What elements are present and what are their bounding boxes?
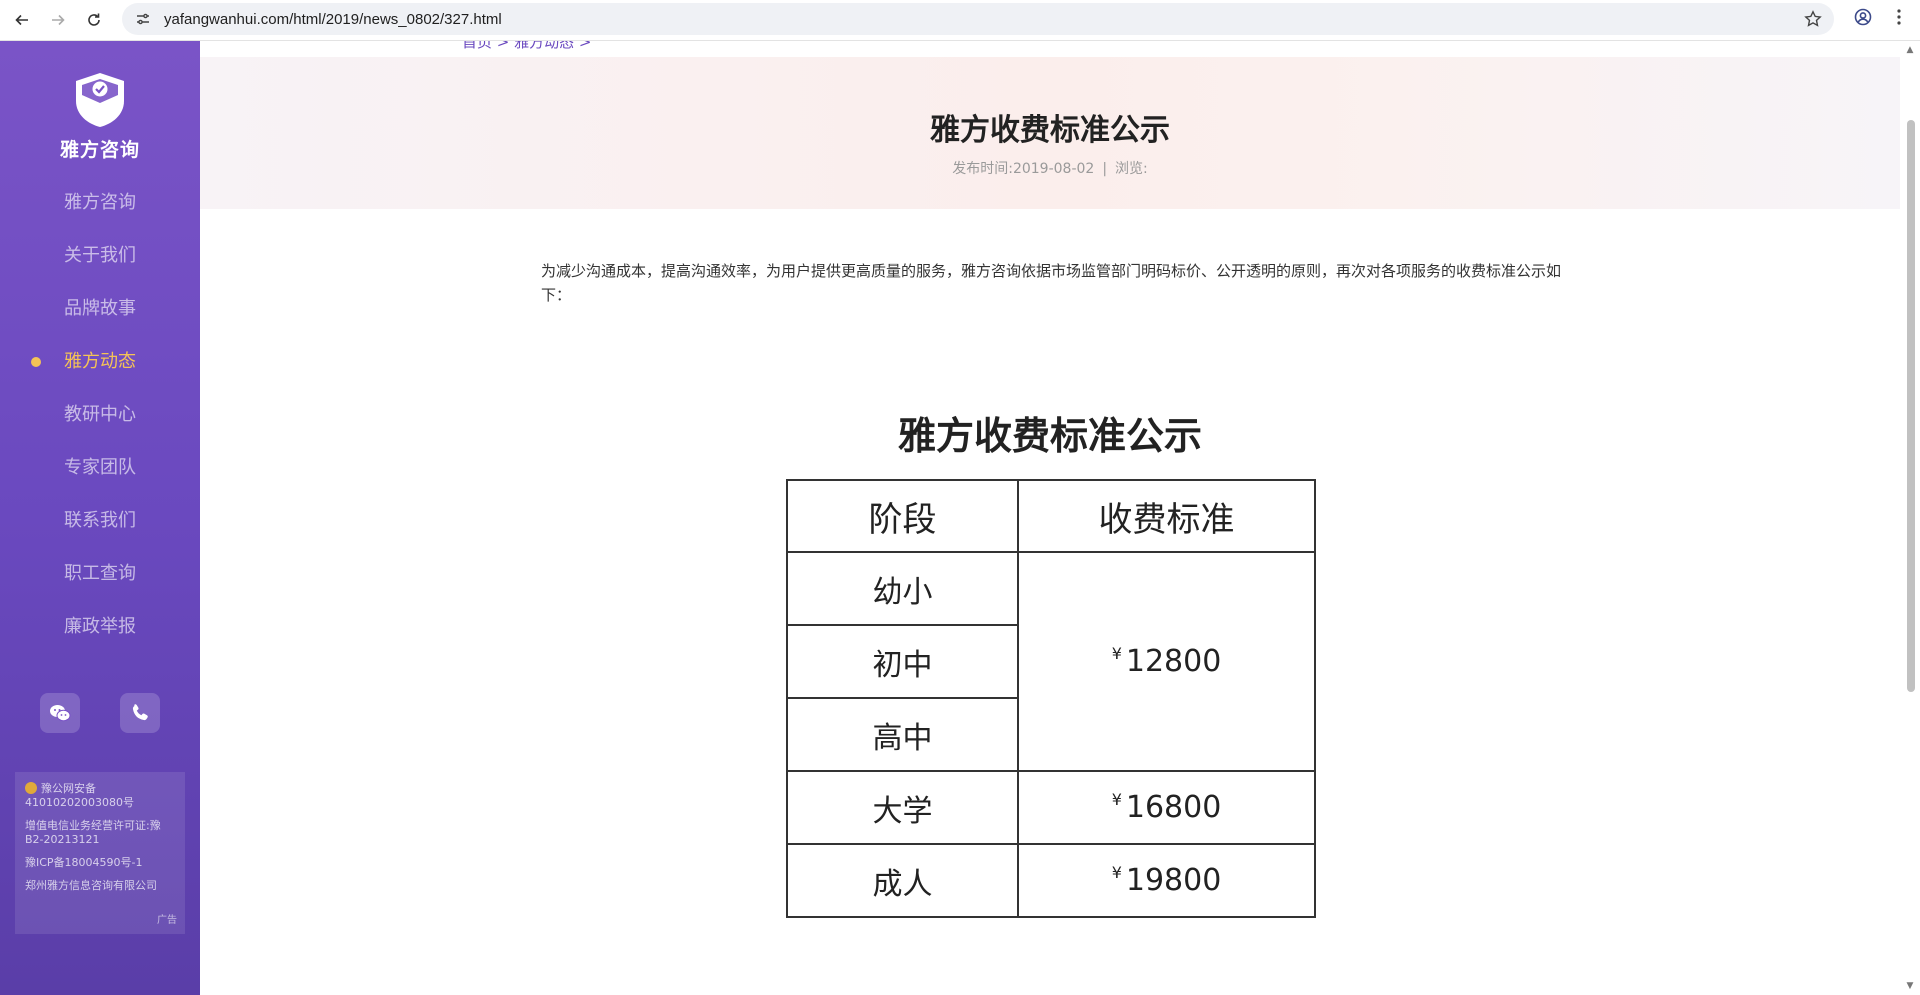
scroll-up-icon[interactable]: ▲ bbox=[1905, 45, 1915, 55]
browser-menu-icon[interactable] bbox=[1888, 6, 1910, 28]
address-bar[interactable]: yafangwanhui.com/html/2019/news_0802/327… bbox=[122, 3, 1834, 35]
fee-cell: ¥19800 bbox=[1017, 843, 1316, 918]
fee-value: 19800 bbox=[1125, 863, 1222, 898]
site-logo[interactable]: 雅方咨询 bbox=[50, 71, 150, 162]
url-text[interactable]: yafangwanhui.com/html/2019/news_0802/327… bbox=[164, 11, 502, 28]
fee-value: 16800 bbox=[1125, 790, 1222, 825]
police-record-link[interactable]: 豫公网安备41010202003080号 bbox=[25, 782, 175, 810]
browser-toolbar: yafangwanhui.com/html/2019/news_0802/327… bbox=[0, 0, 1920, 41]
meta-separator: | bbox=[1102, 161, 1108, 177]
sidebar-item-contact-us[interactable]: 联系我们 bbox=[0, 494, 200, 547]
reload-button[interactable] bbox=[80, 6, 108, 34]
bookmark-star-icon[interactable] bbox=[1804, 10, 1822, 28]
publish-label: 发布时间: bbox=[952, 161, 1013, 177]
fee-cell: ¥12800 bbox=[1017, 551, 1316, 772]
fee-table-title: 雅方收费标准公示 bbox=[897, 414, 1202, 458]
site-info-icon[interactable] bbox=[134, 10, 152, 28]
forward-button[interactable] bbox=[44, 6, 72, 34]
fee-value: 12800 bbox=[1125, 644, 1222, 679]
sidebar-item-label: 廉政举报 bbox=[64, 616, 136, 637]
sidebar-item-label: 职工查询 bbox=[64, 563, 136, 584]
ad-label: 广告 bbox=[157, 915, 177, 926]
breadcrumb[interactable]: 首页 > 雅方动态 > bbox=[462, 41, 591, 52]
views-label: 浏览: bbox=[1115, 161, 1148, 177]
wechat-icon bbox=[50, 705, 71, 722]
active-dot-icon bbox=[31, 357, 41, 367]
reload-icon bbox=[88, 13, 100, 26]
stage-cell: 高中 bbox=[786, 697, 1019, 772]
currency-symbol: ¥ bbox=[1111, 644, 1122, 663]
social-buttons bbox=[40, 693, 160, 733]
footer-info-box: 豫公网安备41010202003080号 增值电信业务经营许可证:豫B2-202… bbox=[15, 772, 185, 934]
stage-cell: 大学 bbox=[786, 770, 1019, 845]
currency-symbol: ¥ bbox=[1111, 790, 1122, 809]
profile-icon[interactable] bbox=[1852, 6, 1874, 28]
sidebar-item-label: 品牌故事 bbox=[64, 298, 136, 319]
table-header-row: 阶段 收费标准 bbox=[786, 479, 1316, 553]
table-header-stage: 阶段 bbox=[786, 479, 1019, 553]
sidebar-item-about-us[interactable]: 关于我们 bbox=[0, 229, 200, 282]
sidebar-item-label: 教研中心 bbox=[64, 404, 136, 425]
icp-link[interactable]: 豫ICP备18004590号-1 bbox=[25, 856, 175, 870]
stage-cell: 幼小 bbox=[786, 551, 1019, 626]
sidebar-item-label: 关于我们 bbox=[64, 245, 136, 266]
sidebar-item-label: 联系我们 bbox=[64, 510, 136, 531]
logo-text: 雅方咨询 bbox=[59, 139, 140, 161]
sidebar-item-staff-query[interactable]: 职工查询 bbox=[0, 547, 200, 600]
sidebar-item-label: 雅方咨询 bbox=[64, 192, 136, 213]
arrow-left-icon bbox=[15, 14, 28, 26]
sidebar-item-label: 专家团队 bbox=[64, 457, 136, 478]
shield-logo-icon bbox=[76, 73, 124, 127]
main-content: 首页 > 雅方动态 > 雅方收费标准公示 发布时间:2019-08-02 | 浏览:… bbox=[200, 41, 1900, 995]
stage-cell: 初中 bbox=[786, 624, 1019, 699]
police-badge-icon bbox=[25, 782, 37, 794]
company-name: 郑州雅方信息咨询有限公司 bbox=[25, 879, 157, 892]
arrow-right-icon bbox=[52, 14, 65, 26]
table-row: 幼小 ¥12800 bbox=[786, 551, 1316, 772]
sidebar-item-research-center[interactable]: 教研中心 bbox=[0, 388, 200, 441]
fee-cell: ¥16800 bbox=[1017, 770, 1316, 845]
sidebar-item-brand-story[interactable]: 品牌故事 bbox=[0, 282, 200, 335]
phone-button[interactable] bbox=[120, 693, 160, 733]
sidebar-item-expert-team[interactable]: 专家团队 bbox=[0, 441, 200, 494]
table-header-fee: 收费标准 bbox=[1017, 479, 1316, 553]
telecom-license-text: 增值电信业务经营许可证:豫B2-20213121 bbox=[25, 819, 161, 846]
sidebar-menu: 雅方咨询 关于我们 品牌故事 雅方动态 教研中心 专家团队 联系我们 职工查询 … bbox=[0, 176, 200, 653]
police-record-text: 豫公网安备41010202003080号 bbox=[25, 782, 134, 809]
stage-cell: 成人 bbox=[786, 843, 1019, 918]
wechat-button[interactable] bbox=[40, 693, 80, 733]
article-meta: 发布时间:2019-08-02 | 浏览: bbox=[200, 158, 1900, 178]
sidebar-item-news[interactable]: 雅方动态 bbox=[0, 335, 200, 388]
phone-icon bbox=[132, 704, 148, 721]
scroll-thumb[interactable] bbox=[1907, 120, 1915, 692]
sidebar: 雅方咨询 雅方咨询 关于我们 品牌故事 雅方动态 教研中心 专家团队 联系我们 … bbox=[0, 41, 200, 995]
sidebar-item-label: 雅方动态 bbox=[64, 351, 136, 372]
currency-symbol: ¥ bbox=[1111, 863, 1122, 882]
page-title: 雅方收费标准公示 bbox=[930, 113, 1170, 148]
article-intro: 为减少沟通成本，提高沟通效率，为用户提供更高质量的服务，雅方咨询依据市场监管部门… bbox=[541, 262, 1562, 304]
page-scrollbar[interactable]: ▲ ▼ bbox=[1900, 41, 1920, 995]
table-row: 成人 ¥19800 bbox=[786, 843, 1316, 918]
table-row: 大学 ¥16800 bbox=[786, 770, 1316, 845]
fee-table: 阶段 收费标准 幼小 ¥12800 初中 高中 大学 ¥16800 成人 ¥19… bbox=[786, 479, 1316, 918]
scroll-down-icon[interactable]: ▼ bbox=[1905, 981, 1915, 991]
back-button[interactable] bbox=[8, 6, 36, 34]
publish-date: 2019-08-02 bbox=[1012, 161, 1095, 177]
sidebar-item-yafang-consulting[interactable]: 雅方咨询 bbox=[0, 176, 200, 229]
sidebar-item-integrity-report[interactable]: 廉政举报 bbox=[0, 600, 200, 653]
